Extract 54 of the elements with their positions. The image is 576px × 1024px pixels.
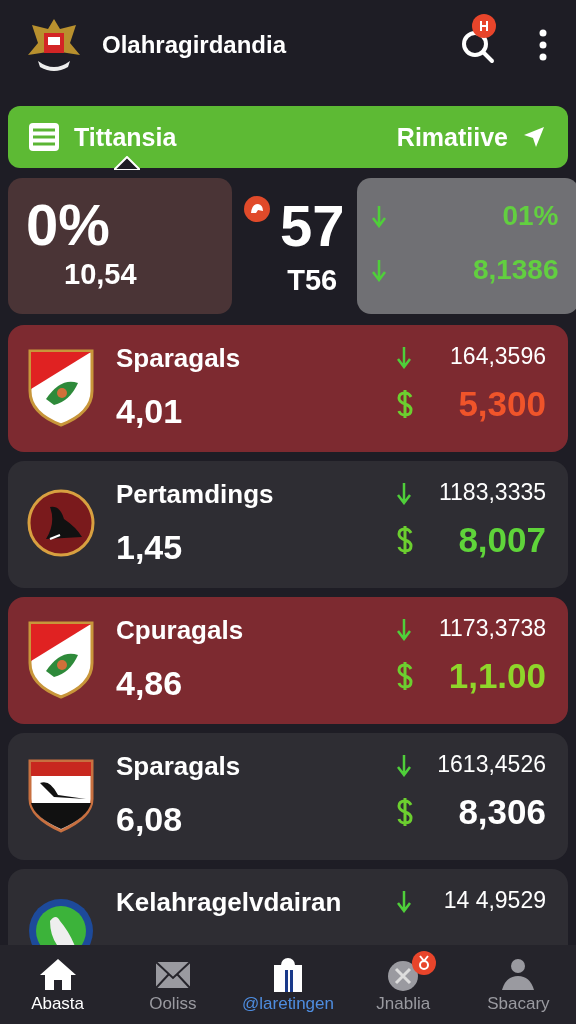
stat-value: 0% [26, 192, 111, 258]
dollar-icon [396, 525, 414, 555]
team-name: Sparagals [116, 343, 241, 374]
pointer-icon [114, 156, 140, 170]
stat-value: 8,1386 [472, 254, 559, 286]
nav-tab[interactable]: Sbacary [460, 945, 576, 1024]
dollar-icon [396, 661, 414, 691]
team-volume: 1173,3738 [439, 615, 546, 642]
nav-tab[interactable]: Ooliss [115, 945, 231, 1024]
team-price: 5,300 [458, 384, 546, 424]
team-emblem-icon [26, 619, 96, 699]
team-card[interactable]: Pertamdings 1,45 1183,3335 8,007 [8, 461, 568, 588]
stat-value: 57 [280, 196, 345, 256]
team-card[interactable]: Kelahragelvdairan 14 4,9529 [8, 869, 568, 945]
nav-tab[interactable]: @laretingen [230, 945, 346, 1024]
team-price: 8,306 [458, 792, 546, 832]
team-card[interactable]: Sparagals 4,01 164,3596 5,300 [8, 325, 568, 452]
team-name: Sparagals [116, 751, 241, 782]
dollar-icon [396, 389, 414, 419]
down-arrow-icon [396, 480, 412, 505]
nav-tab[interactable]: Jnablia [345, 945, 461, 1024]
team-card[interactable]: Cpuragals 4,86 1173,3738 1,1.00 [8, 597, 568, 724]
down-arrow-icon [396, 888, 412, 913]
list-icon[interactable] [28, 122, 60, 152]
app-title: Olahragirdandia [102, 31, 287, 59]
down-arrow-icon [396, 616, 412, 641]
team-volume: 1613,4526 [437, 751, 546, 778]
stat-value: 01% [502, 200, 559, 232]
team-price: 1,1.00 [448, 656, 546, 696]
team-odds: 4,86 [116, 664, 184, 703]
team-volume: 164,3596 [450, 343, 546, 370]
more-icon[interactable] [538, 28, 548, 62]
down-arrow-icon [396, 344, 412, 369]
team-volume: 14 4,9529 [443, 887, 546, 914]
down-arrow-icon [370, 204, 387, 228]
down-arrow-icon [370, 258, 387, 282]
team-name: Kelahragelvdairan [116, 887, 342, 918]
team-volume: 1183,3335 [439, 479, 546, 506]
stat-subvalue: T56 [287, 264, 338, 297]
team-odds: 6,08 [116, 800, 184, 839]
banner-title: Tittansia [74, 122, 177, 152]
nav-tab[interactable]: Abasta [0, 945, 116, 1024]
team-name: Cpuragals [116, 615, 244, 646]
team-name: Pertamdings [116, 479, 274, 510]
dollar-icon [396, 797, 414, 827]
notification-badge-icon [472, 14, 496, 38]
team-card[interactable]: Sparagals 6,08 1613,4526 8,306 [8, 733, 568, 860]
alert-icon [244, 196, 270, 222]
team-emblem-icon [26, 347, 96, 427]
team-odds: 1,45 [116, 528, 184, 567]
down-arrow-icon [396, 752, 412, 777]
stat-subvalue: 10,54 [64, 258, 138, 291]
team-price: 8,007 [458, 520, 546, 560]
team-odds: 4,01 [116, 392, 184, 431]
